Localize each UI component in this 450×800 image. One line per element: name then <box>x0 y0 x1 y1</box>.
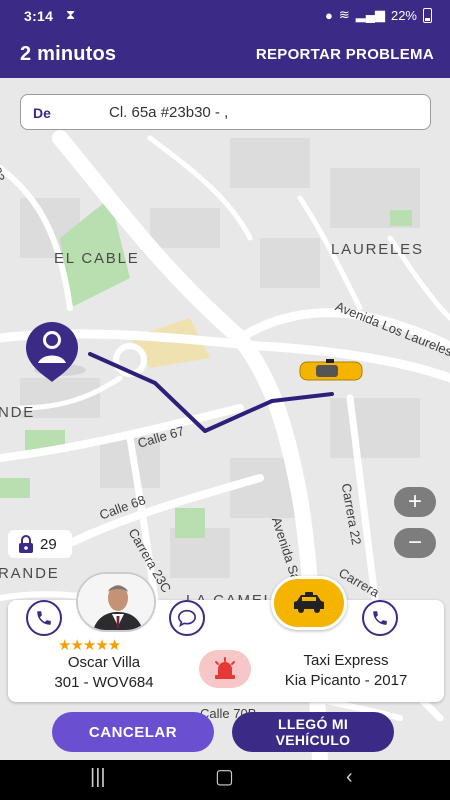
wifi-icon: ≋ <box>338 7 350 22</box>
origin-label: De <box>33 105 51 121</box>
report-problem-button[interactable]: REPORTAR PROBLEMA <box>256 46 434 63</box>
signal-icon: ▂▄▆ <box>355 7 385 22</box>
driver-name: Oscar Villa <box>67 654 141 671</box>
company-name: Taxi Express <box>303 652 389 669</box>
map-area-label: LAURELES <box>331 241 424 258</box>
phone-icon <box>37 611 51 625</box>
call-company-button[interactable] <box>362 600 398 636</box>
lock-count: 29 <box>40 535 57 553</box>
status-bar: 3:14 ⧗ ● ≋ ▂▄▆ 22% <box>0 0 450 32</box>
battery-percent: 22% <box>390 7 417 23</box>
map-area-label: NDE <box>0 404 36 421</box>
hourglass-icon: ⧗ <box>66 7 76 22</box>
location-icon: ● <box>324 7 333 23</box>
driver-plate: 301 - WOV684 <box>54 674 154 691</box>
status-time: 3:14 <box>24 8 54 24</box>
driver-photo <box>78 574 154 630</box>
origin-address: Cl. 65a #23b30 - , <box>109 104 229 121</box>
zoom-in-button[interactable]: + <box>394 487 436 517</box>
taxi-badge <box>271 576 347 630</box>
arrived-line1: LLEGÓ MI <box>277 716 349 732</box>
status-icons: ● ≋ ▂▄▆ 22% <box>325 7 432 23</box>
lock-code-chip: 29 <box>8 530 72 558</box>
panic-button[interactable] <box>199 650 251 688</box>
phone-icon <box>373 611 387 625</box>
battery-icon <box>423 7 432 23</box>
chat-bubble-icon <box>177 609 197 627</box>
map-area-label: RANDE <box>0 565 60 582</box>
call-driver-button[interactable] <box>26 600 62 636</box>
message-driver-button[interactable] <box>169 600 205 636</box>
home-icon[interactable]: ▢ <box>215 764 234 789</box>
arrived-line2: VEHÍCULO <box>275 732 351 748</box>
taxi-icon <box>294 592 324 613</box>
siren-icon <box>215 657 235 679</box>
system-nav-bar: ||| ▢ ‹ <box>0 760 450 800</box>
app-bar: 2 minutos REPORTAR PROBLEMA <box>0 32 450 78</box>
recent-apps-icon[interactable]: ||| <box>90 766 106 789</box>
vehicle-arrived-button[interactable]: LLEGÓ MI VEHÍCULO <box>232 712 394 752</box>
lock-icon <box>19 535 33 553</box>
eta-title: 2 minutos <box>20 43 117 65</box>
zoom-out-button[interactable]: − <box>394 528 436 558</box>
origin-field[interactable]: De Cl. 65a #23b30 - , <box>20 94 431 130</box>
cancel-button[interactable]: CANCELAR <box>52 712 214 752</box>
map-area-label: EL CABLE <box>54 250 140 267</box>
driver-avatar <box>76 572 156 632</box>
driver-rating: ★★★★★ <box>58 637 121 654</box>
back-icon[interactable]: ‹ <box>346 766 353 789</box>
vehicle-model: Kia Picanto - 2017 <box>284 672 408 689</box>
taxi-car-icon <box>299 359 363 381</box>
